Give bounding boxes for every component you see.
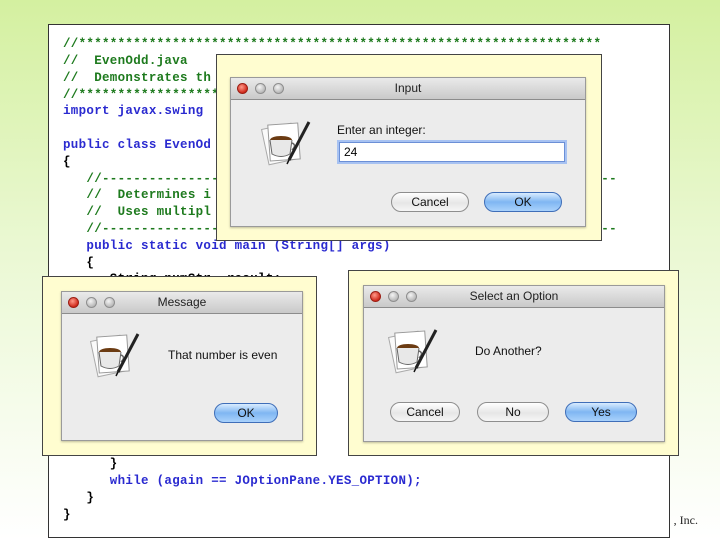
- cancel-button[interactable]: Cancel: [391, 192, 469, 212]
- code-line: // EvenOdd.java: [63, 54, 188, 68]
- code-line: // Uses multipl: [63, 205, 212, 219]
- integer-input[interactable]: [339, 142, 565, 162]
- java-coffee-icon: [260, 121, 311, 166]
- code-line: {: [63, 155, 71, 169]
- input-dialog-frame: Input Enter an integer: Cancel OK: [216, 54, 602, 241]
- titlebar: Select an Option: [364, 286, 664, 308]
- java-coffee-icon: [387, 329, 438, 374]
- no-button[interactable]: No: [477, 402, 549, 422]
- code-line: while (again == JOptionPane.YES_OPTION);: [63, 474, 422, 488]
- input-dialog: Input Enter an integer: Cancel OK: [230, 77, 586, 227]
- copyright-footer: , Inc.: [673, 513, 698, 527]
- java-coffee-icon: [89, 333, 140, 378]
- message-dialog-frame: Message That number is even OK: [42, 276, 317, 456]
- code-line: //**************************************…: [63, 37, 602, 51]
- code-line: {: [63, 256, 95, 270]
- titlebar: Message: [62, 292, 302, 314]
- option-dialog: Select an Option Do Another? Cancel No Y…: [363, 285, 665, 442]
- option-prompt: Do Another?: [475, 344, 542, 358]
- yes-button[interactable]: Yes: [565, 402, 637, 422]
- cancel-button[interactable]: Cancel: [390, 402, 460, 422]
- ok-button[interactable]: OK: [214, 403, 278, 423]
- code-line: // Determines i: [63, 188, 212, 202]
- titlebar: Input: [231, 78, 585, 100]
- message-dialog: Message That number is even OK: [61, 291, 303, 441]
- option-dialog-frame: Select an Option Do Another? Cancel No Y…: [348, 270, 679, 456]
- message-text: That number is even: [168, 348, 278, 362]
- dialog-title: Message: [157, 295, 207, 309]
- code-line: import javax.swing: [63, 104, 204, 118]
- input-prompt: Enter an integer:: [337, 123, 426, 137]
- code-line: public class EvenOd: [63, 138, 212, 152]
- code-line: // Demonstrates th: [63, 71, 212, 85]
- dialog-title: Select an Option: [469, 289, 559, 303]
- dialog-title: Input: [394, 81, 422, 95]
- code-line: }: [63, 491, 95, 505]
- code-line: }: [63, 508, 71, 522]
- ok-button[interactable]: OK: [484, 192, 562, 212]
- code-line: }: [63, 457, 118, 471]
